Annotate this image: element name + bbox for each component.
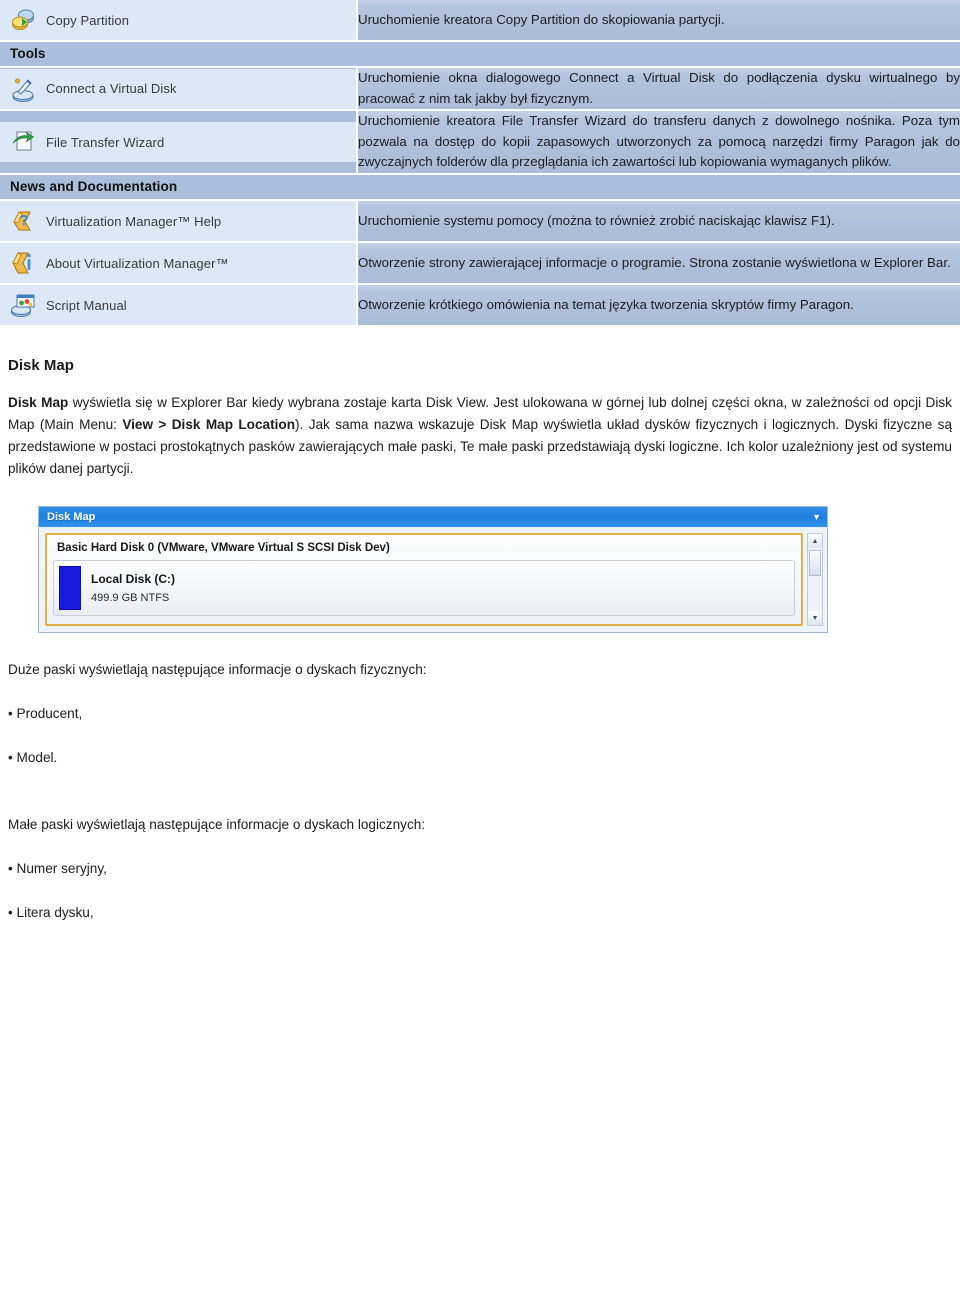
list-item: • Litera dysku,: [8, 904, 94, 920]
paragraph-bold-view-menu: View > Disk Map Location: [122, 417, 296, 433]
physical-disk-label: Basic Hard Disk 0 (VMware, VMware Virtua…: [57, 542, 390, 555]
disk-map-paragraph: Disk Map wyświetla się w Explorer Bar ki…: [8, 392, 952, 480]
table-row: ? Virtualization Manager™ Help Uruchomie…: [0, 201, 960, 244]
table-row: Connect a Virtual Disk Uruchomienie okna…: [0, 68, 960, 112]
scroll-down-icon[interactable]: ▼: [808, 611, 822, 626]
feature-button-virtualization-manager-help[interactable]: ? Virtualization Manager™ Help: [0, 201, 356, 242]
physical-disk-info-lead: Duże paski wyświetlają następujące infor…: [8, 662, 427, 678]
feature-label: Virtualization Manager™ Help: [46, 213, 222, 229]
feature-label: Script Manual: [46, 297, 127, 313]
scroll-up-icon[interactable]: ▲: [808, 534, 822, 549]
feature-description: Otworzenie krótkiego omówienia na temat …: [358, 285, 960, 328]
table-row: About Virtualization Manager™ Otworzenie…: [0, 243, 960, 286]
feature-label: About Virtualization Manager™: [46, 255, 229, 271]
scrollbar-thumb[interactable]: [809, 550, 821, 577]
feature-button-about-virtualization-manager[interactable]: About Virtualization Manager™: [0, 243, 356, 284]
list-item: • Producent,: [8, 705, 83, 721]
feature-cell-icon-label: Script Manual: [0, 285, 358, 328]
feature-button-file-transfer-wizard[interactable]: File Transfer Wizard: [0, 122, 356, 163]
section-header-news-and-documentation: News and Documentation: [0, 175, 960, 202]
feature-button-connect-virtual-disk[interactable]: Connect a Virtual Disk: [0, 68, 356, 109]
page-section-heading-disk-map: Disk Map: [8, 357, 74, 375]
feature-description: Uruchomienie kreatora Copy Partition do …: [358, 0, 960, 42]
file-transfer-wizard-icon: [12, 131, 35, 151]
disk-map-panel-body: Basic Hard Disk 0 (VMware, VMware Virtua…: [39, 527, 827, 633]
disk-map-scrollbar[interactable]: ▲ ▼: [807, 533, 823, 627]
list-item: • Model.: [8, 749, 58, 765]
feature-description: Otworzenie strony zawierającej informacj…: [358, 243, 960, 286]
scrollbar-track[interactable]: [808, 578, 822, 611]
filesystem-color-swatch: [59, 566, 81, 611]
table-row: Script Manual Otworzenie krótkiego omówi…: [0, 285, 960, 328]
logical-disk-info-lead: Małe paski wyświetlają następujące infor…: [8, 817, 426, 833]
svg-text:?: ?: [19, 212, 28, 229]
chevron-down-icon[interactable]: ▼: [812, 512, 821, 522]
disk-map-screenshot: Disk Map ▼ Basic Hard Disk 0 (VMware, VM…: [38, 506, 828, 634]
physical-disk-bar[interactable]: Basic Hard Disk 0 (VMware, VMware Virtua…: [45, 533, 803, 627]
table-row: Copy Partition Uruchomienie kreatora Cop…: [0, 0, 960, 42]
feature-cell-icon-label: About Virtualization Manager™: [0, 243, 358, 286]
feature-button-script-manual[interactable]: Script Manual: [0, 285, 356, 326]
feature-cell-icon-label: File Transfer Wizard: [0, 111, 358, 176]
section-header-row: News and Documentation: [0, 175, 960, 202]
feature-description: Uruchomienie kreatora File Transfer Wiza…: [358, 111, 960, 176]
disk-map-panel-title: Disk Map: [47, 511, 96, 524]
feature-description-table: Copy Partition Uruchomienie kreatora Cop…: [0, 0, 960, 328]
volume-size-filesystem: 499.9 GB NTFS: [91, 592, 170, 605]
script-manual-icon: [11, 294, 35, 318]
help-question-icon: ?: [13, 211, 31, 231]
feature-label: File Transfer Wizard: [46, 134, 165, 150]
feature-label: Connect a Virtual Disk: [46, 81, 177, 97]
feature-cell-icon-label: Copy Partition: [0, 0, 358, 42]
section-header-tools: Tools: [0, 42, 960, 68]
feature-cell-icon-label: Connect a Virtual Disk: [0, 68, 358, 112]
about-info-icon: [12, 252, 31, 274]
paragraph-bold-disk-map: Disk Map: [8, 395, 69, 411]
list-item: • Numer seryjny,: [8, 861, 107, 877]
logical-volume-bar[interactable]: Local Disk (C:) 499.9 GB NTFS: [53, 560, 795, 617]
connect-virtual-disk-icon: [12, 78, 34, 102]
section-header-row: Tools: [0, 42, 960, 68]
feature-description: Uruchomienie okna dialogowego Connect a …: [358, 68, 960, 112]
feature-button-copy-partition[interactable]: Copy Partition: [0, 0, 356, 40]
feature-label: Copy Partition: [46, 12, 130, 28]
feature-cell-icon-label: ? Virtualization Manager™ Help: [0, 201, 358, 244]
copy-partition-icon: [12, 9, 34, 30]
feature-description: Uruchomienie systemu pomocy (można to ró…: [358, 201, 960, 244]
volume-name: Local Disk (C:): [91, 572, 176, 587]
table-row: File Transfer Wizard Uruchomienie kreato…: [0, 111, 960, 176]
disk-map-panel-titlebar: Disk Map ▼: [39, 507, 827, 528]
